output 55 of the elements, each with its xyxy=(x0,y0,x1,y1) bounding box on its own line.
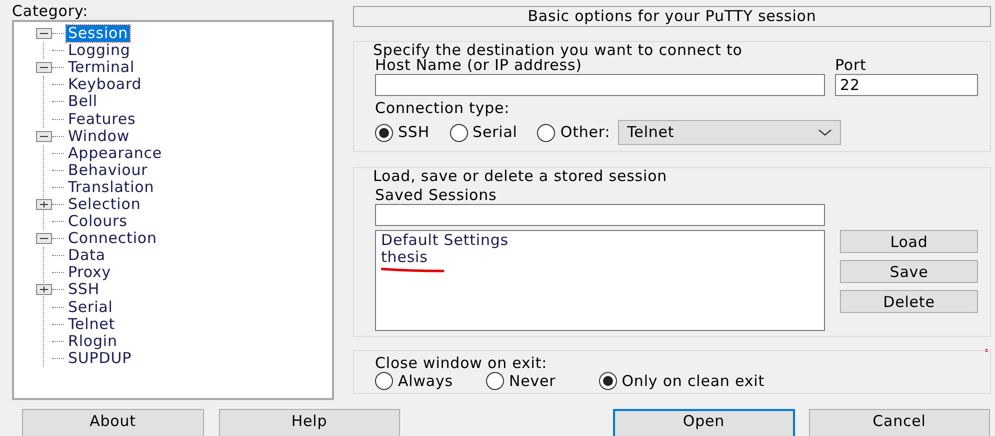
tree-item[interactable]: Bell xyxy=(66,93,100,110)
tree-item[interactable]: Keyboard xyxy=(66,76,144,94)
session-button[interactable]: Delete xyxy=(840,290,978,313)
protocol-dropdown[interactable]: Telnet xyxy=(618,120,842,145)
field-label: Port xyxy=(835,57,868,74)
tree-item[interactable]: Window xyxy=(66,128,132,145)
field-label: Saved Sessions xyxy=(375,187,498,204)
collapse-icon[interactable] xyxy=(36,130,52,142)
collapse-icon[interactable] xyxy=(36,233,52,244)
expand-icon[interactable] xyxy=(36,284,52,296)
radio-button[interactable]: Other: xyxy=(537,124,610,142)
radio-button[interactable]: Always xyxy=(375,372,453,390)
collapse-icon[interactable] xyxy=(36,62,52,74)
radio-button[interactable]: Serial xyxy=(450,124,518,142)
group-legend: Specify the destination you want to connect to xyxy=(371,42,744,59)
field-label: Connection type: xyxy=(375,100,511,117)
category-label: Category: xyxy=(12,3,90,20)
annotation-dot xyxy=(985,349,988,352)
tree-item[interactable]: Logging xyxy=(66,42,132,60)
footer-button[interactable]: Cancel xyxy=(808,409,990,436)
tree-item[interactable]: Colours xyxy=(66,213,130,230)
field-label: Close window on exit: xyxy=(375,355,548,372)
collapse-icon[interactable] xyxy=(36,28,52,40)
tree-item[interactable]: SSH xyxy=(66,281,102,298)
tree-item[interactable]: Behaviour xyxy=(66,162,150,179)
tree-item[interactable]: Terminal xyxy=(66,59,137,76)
stored-entry[interactable]: Default Settings xyxy=(381,232,508,249)
panel-title: Basic options for your PuTTY session xyxy=(353,6,991,27)
session-name-field[interactable] xyxy=(375,204,825,226)
expand-icon[interactable] xyxy=(36,198,52,210)
radio-button[interactable]: Never xyxy=(486,372,556,390)
tree-item[interactable]: Proxy xyxy=(66,264,114,282)
tree-item[interactable]: Selection xyxy=(66,196,143,213)
radio-button[interactable]: Only on clean exit xyxy=(598,372,764,390)
tree-item[interactable]: SUPDUP xyxy=(66,350,134,367)
tree-item[interactable]: Connection xyxy=(66,230,159,248)
chevron-down-icon xyxy=(818,128,832,136)
host-name-field[interactable] xyxy=(375,74,825,96)
session-button[interactable]: Load xyxy=(840,230,978,253)
tree-item[interactable]: Telnet xyxy=(66,316,118,333)
tree-item[interactable]: Features xyxy=(66,110,138,128)
footer-button[interactable]: Help xyxy=(218,409,400,436)
radio-button[interactable]: SSH xyxy=(375,124,430,142)
tree-item[interactable]: Appearance xyxy=(66,144,164,162)
field-label: Host Name (or IP address) xyxy=(375,57,582,74)
tree-item[interactable]: Session xyxy=(66,25,130,42)
port-field[interactable]: 22 xyxy=(835,74,978,96)
footer-button[interactable]: Open xyxy=(613,409,795,436)
tree-item[interactable]: Translation xyxy=(66,178,156,196)
tree-item[interactable]: Data xyxy=(66,247,108,264)
tree-item[interactable]: Serial xyxy=(66,298,115,316)
tree-item[interactable]: Rlogin xyxy=(66,332,120,350)
session-button[interactable]: Save xyxy=(840,260,978,283)
stored-entry[interactable]: thesis xyxy=(381,249,428,266)
footer-button[interactable]: About xyxy=(22,409,204,436)
